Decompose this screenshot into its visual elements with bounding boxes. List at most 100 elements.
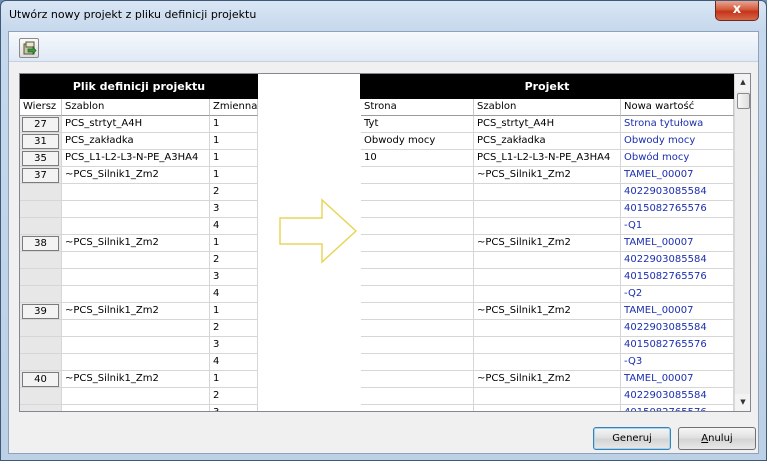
generate-button[interactable]: Generuj <box>593 427 671 450</box>
cell-szablon-projekt[interactable]: ~PCS_Silnik1_Zm2 <box>474 235 621 252</box>
cell-strona[interactable] <box>361 388 474 405</box>
col-header-szablon-projekt[interactable]: Szablon <box>474 99 621 116</box>
cell-szablon[interactable]: PCS_strtyt_A4H <box>62 116 210 133</box>
close-button[interactable]: x <box>715 1 759 21</box>
cell-zmienna[interactable]: 1 <box>210 235 258 252</box>
cell-szablon[interactable] <box>62 405 210 411</box>
table-row[interactable]: 38 ~PCS_Silnik1_Zm2 1 ~PCS_Silnik1_Zm2 TAMEL… <box>20 235 734 252</box>
table-row[interactable]: 35 PCS_L1-L2-L3-N-PE_A3HA4 1 10 PCS_L1-L2-L3… <box>20 150 734 167</box>
cell-zmienna[interactable]: 3 <box>210 337 258 354</box>
cell-strona[interactable] <box>361 201 474 218</box>
cell-szablon[interactable]: ~PCS_Silnik1_Zm2 <box>62 303 210 320</box>
cell-wiersz[interactable] <box>20 337 62 354</box>
cell-strona[interactable] <box>361 371 474 388</box>
cell-szablon-projekt[interactable] <box>474 184 621 201</box>
cell-nowa-wartosc[interactable]: Obwody mocy <box>621 133 734 150</box>
table-row[interactable]: 3 4015082765576 <box>20 269 734 286</box>
table-row[interactable]: 2 4022903085584 <box>20 252 734 269</box>
cell-szablon[interactable]: ~PCS_Silnik1_Zm2 <box>62 371 210 388</box>
cell-strona[interactable] <box>361 167 474 184</box>
cell-wiersz[interactable]: 37 <box>20 167 62 184</box>
cell-szablon-projekt[interactable]: ~PCS_Silnik1_Zm2 <box>474 167 621 184</box>
col-header-wiersz[interactable]: Wiersz <box>20 99 62 116</box>
cell-strona[interactable] <box>361 354 474 371</box>
cell-nowa-wartosc[interactable]: 4015082765576 <box>621 269 734 286</box>
cell-nowa-wartosc[interactable]: TAMEL_00007 <box>621 167 734 184</box>
cell-wiersz[interactable] <box>20 388 62 405</box>
cell-szablon[interactable] <box>62 286 210 303</box>
cell-strona[interactable] <box>361 235 474 252</box>
cell-strona[interactable] <box>361 184 474 201</box>
cell-strona[interactable]: 10 <box>361 150 474 167</box>
cell-zmienna[interactable]: 1 <box>210 167 258 184</box>
cancel-button[interactable]: Anuluj <box>678 427 756 450</box>
cell-szablon-projekt[interactable] <box>474 201 621 218</box>
cell-wiersz[interactable] <box>20 286 62 303</box>
cell-nowa-wartosc[interactable]: TAMEL_00007 <box>621 303 734 320</box>
cell-szablon-projekt[interactable] <box>474 218 621 235</box>
cell-strona[interactable] <box>361 252 474 269</box>
table-row[interactable]: 31 PCS_zakładka 1 Obwody mocy PCS_zakładka Ob… <box>20 133 734 150</box>
cell-wiersz[interactable] <box>20 405 62 411</box>
export-button[interactable] <box>19 38 39 58</box>
cell-szablon-projekt[interactable] <box>474 354 621 371</box>
cell-nowa-wartosc[interactable]: 4022903085584 <box>621 252 734 269</box>
mapping-grid[interactable]: Plik definicji projektu Projekt Wiersz S… <box>19 73 751 412</box>
col-header-strona[interactable]: Strona <box>361 99 474 116</box>
scroll-up-button[interactable]: ▲ <box>735 74 750 91</box>
cell-strona[interactable]: Obwody mocy <box>361 133 474 150</box>
cell-szablon[interactable]: ~PCS_Silnik1_Zm2 <box>62 167 210 184</box>
cell-zmienna[interactable]: 1 <box>210 303 258 320</box>
col-header-szablon[interactable]: Szablon <box>62 99 210 116</box>
cell-nowa-wartosc[interactable]: Strona tytułowa <box>621 116 734 133</box>
table-row[interactable]: 3 4015082765576 <box>20 405 734 411</box>
cell-wiersz[interactable]: 27 <box>20 116 62 133</box>
cell-zmienna[interactable]: 1 <box>210 150 258 167</box>
cell-szablon-projekt[interactable]: PCS_strtyt_A4H <box>474 116 621 133</box>
title-bar[interactable]: Utwórz nowy projekt z pliku definicji pr… <box>1 1 766 31</box>
cell-nowa-wartosc[interactable]: 4015082765576 <box>621 405 734 411</box>
table-row[interactable]: 27 PCS_strtyt_A4H 1 Tyt PCS_strtyt_A4H Strona… <box>20 116 734 133</box>
cell-zmienna[interactable]: 2 <box>210 388 258 405</box>
cell-szablon-projekt[interactable] <box>474 320 621 337</box>
cell-zmienna[interactable]: 1 <box>210 133 258 150</box>
table-row[interactable]: 4 -Q2 <box>20 286 734 303</box>
cell-strona[interactable] <box>361 337 474 354</box>
cell-zmienna[interactable]: 3 <box>210 405 258 411</box>
cell-szablon[interactable] <box>62 218 210 235</box>
table-row[interactable]: 39 ~PCS_Silnik1_Zm2 1 ~PCS_Silnik1_Zm2 TAMEL… <box>20 303 734 320</box>
cell-wiersz[interactable] <box>20 184 62 201</box>
cell-szablon-projekt[interactable]: PCS_L1-L2-L3-N-PE_A3HA4 <box>474 150 621 167</box>
table-row[interactable]: 4 -Q3 <box>20 354 734 371</box>
cell-nowa-wartosc[interactable]: Obwód mocy <box>621 150 734 167</box>
cell-zmienna[interactable]: 2 <box>210 320 258 337</box>
cell-zmienna[interactable]: 4 <box>210 286 258 303</box>
cell-szablon[interactable] <box>62 269 210 286</box>
cell-szablon-projekt[interactable] <box>474 388 621 405</box>
cell-zmienna[interactable]: 4 <box>210 218 258 235</box>
cell-nowa-wartosc[interactable]: 4022903085584 <box>621 184 734 201</box>
vertical-scrollbar[interactable]: ▲ ▼ <box>734 74 750 411</box>
cell-wiersz[interactable] <box>20 320 62 337</box>
cell-szablon[interactable]: PCS_zakładka <box>62 133 210 150</box>
cell-wiersz[interactable] <box>20 201 62 218</box>
cell-szablon-projekt[interactable]: ~PCS_Silnik1_Zm2 <box>474 371 621 388</box>
cell-zmienna[interactable]: 1 <box>210 371 258 388</box>
cell-nowa-wartosc[interactable]: 4015082765576 <box>621 337 734 354</box>
cell-wiersz[interactable] <box>20 252 62 269</box>
cell-nowa-wartosc[interactable]: 4015082765576 <box>621 201 734 218</box>
cell-wiersz[interactable]: 39 <box>20 303 62 320</box>
cell-szablon[interactable] <box>62 252 210 269</box>
cell-szablon-projekt[interactable] <box>474 252 621 269</box>
table-row[interactable]: 3 4015082765576 <box>20 201 734 218</box>
cell-wiersz[interactable]: 40 <box>20 371 62 388</box>
cell-strona[interactable] <box>361 286 474 303</box>
cell-wiersz[interactable] <box>20 269 62 286</box>
cell-strona[interactable]: Tyt <box>361 116 474 133</box>
cell-nowa-wartosc[interactable]: -Q3 <box>621 354 734 371</box>
cell-strona[interactable] <box>361 218 474 235</box>
cell-zmienna[interactable]: 1 <box>210 116 258 133</box>
cell-nowa-wartosc[interactable]: 4022903085584 <box>621 320 734 337</box>
cell-wiersz[interactable]: 38 <box>20 235 62 252</box>
cell-zmienna[interactable]: 2 <box>210 184 258 201</box>
